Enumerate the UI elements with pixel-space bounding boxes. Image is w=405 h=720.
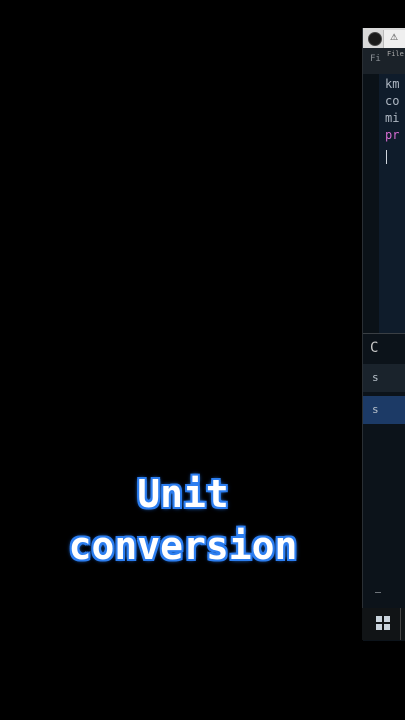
code-line: pr: [385, 127, 399, 143]
taskbar: [362, 608, 405, 640]
console-row-selected[interactable]: s: [363, 396, 405, 424]
menu-file[interactable]: File: [387, 50, 404, 58]
code-line: co: [385, 93, 399, 109]
console-divider: [375, 592, 381, 593]
taskbar-divider: [400, 608, 401, 640]
code-text: co: [385, 94, 400, 108]
editor-tab[interactable]: ⚠: [383, 30, 405, 48]
menu-bar: File Fi: [363, 48, 405, 74]
text-cursor: [386, 150, 387, 164]
code-text: pr: [385, 128, 400, 142]
console-title: C: [370, 340, 379, 356]
caption-line-1: Unit: [137, 472, 229, 516]
console-panel: C s s: [363, 333, 405, 641]
console-row-text: s: [372, 403, 379, 416]
app-icon: [368, 32, 382, 46]
warning-icon: ⚠: [390, 33, 399, 43]
code-text: mi: [385, 111, 400, 125]
window-titlebar: ⚠: [363, 28, 405, 48]
menu-file-label[interactable]: Fi: [370, 54, 381, 64]
video-caption: Unit conversion: [0, 468, 366, 572]
windows-start-icon[interactable]: [376, 616, 390, 630]
code-text: km: [385, 77, 400, 91]
code-editor[interactable]: km co mi pr: [379, 74, 405, 334]
console-row[interactable]: s: [363, 364, 405, 392]
code-line: km: [385, 76, 399, 92]
caption-line-2: conversion: [68, 524, 298, 568]
console-row-text: s: [372, 371, 379, 384]
code-line: mi: [385, 110, 399, 126]
ide-window: ⚠ File Fi km co mi pr C s s: [362, 28, 405, 641]
